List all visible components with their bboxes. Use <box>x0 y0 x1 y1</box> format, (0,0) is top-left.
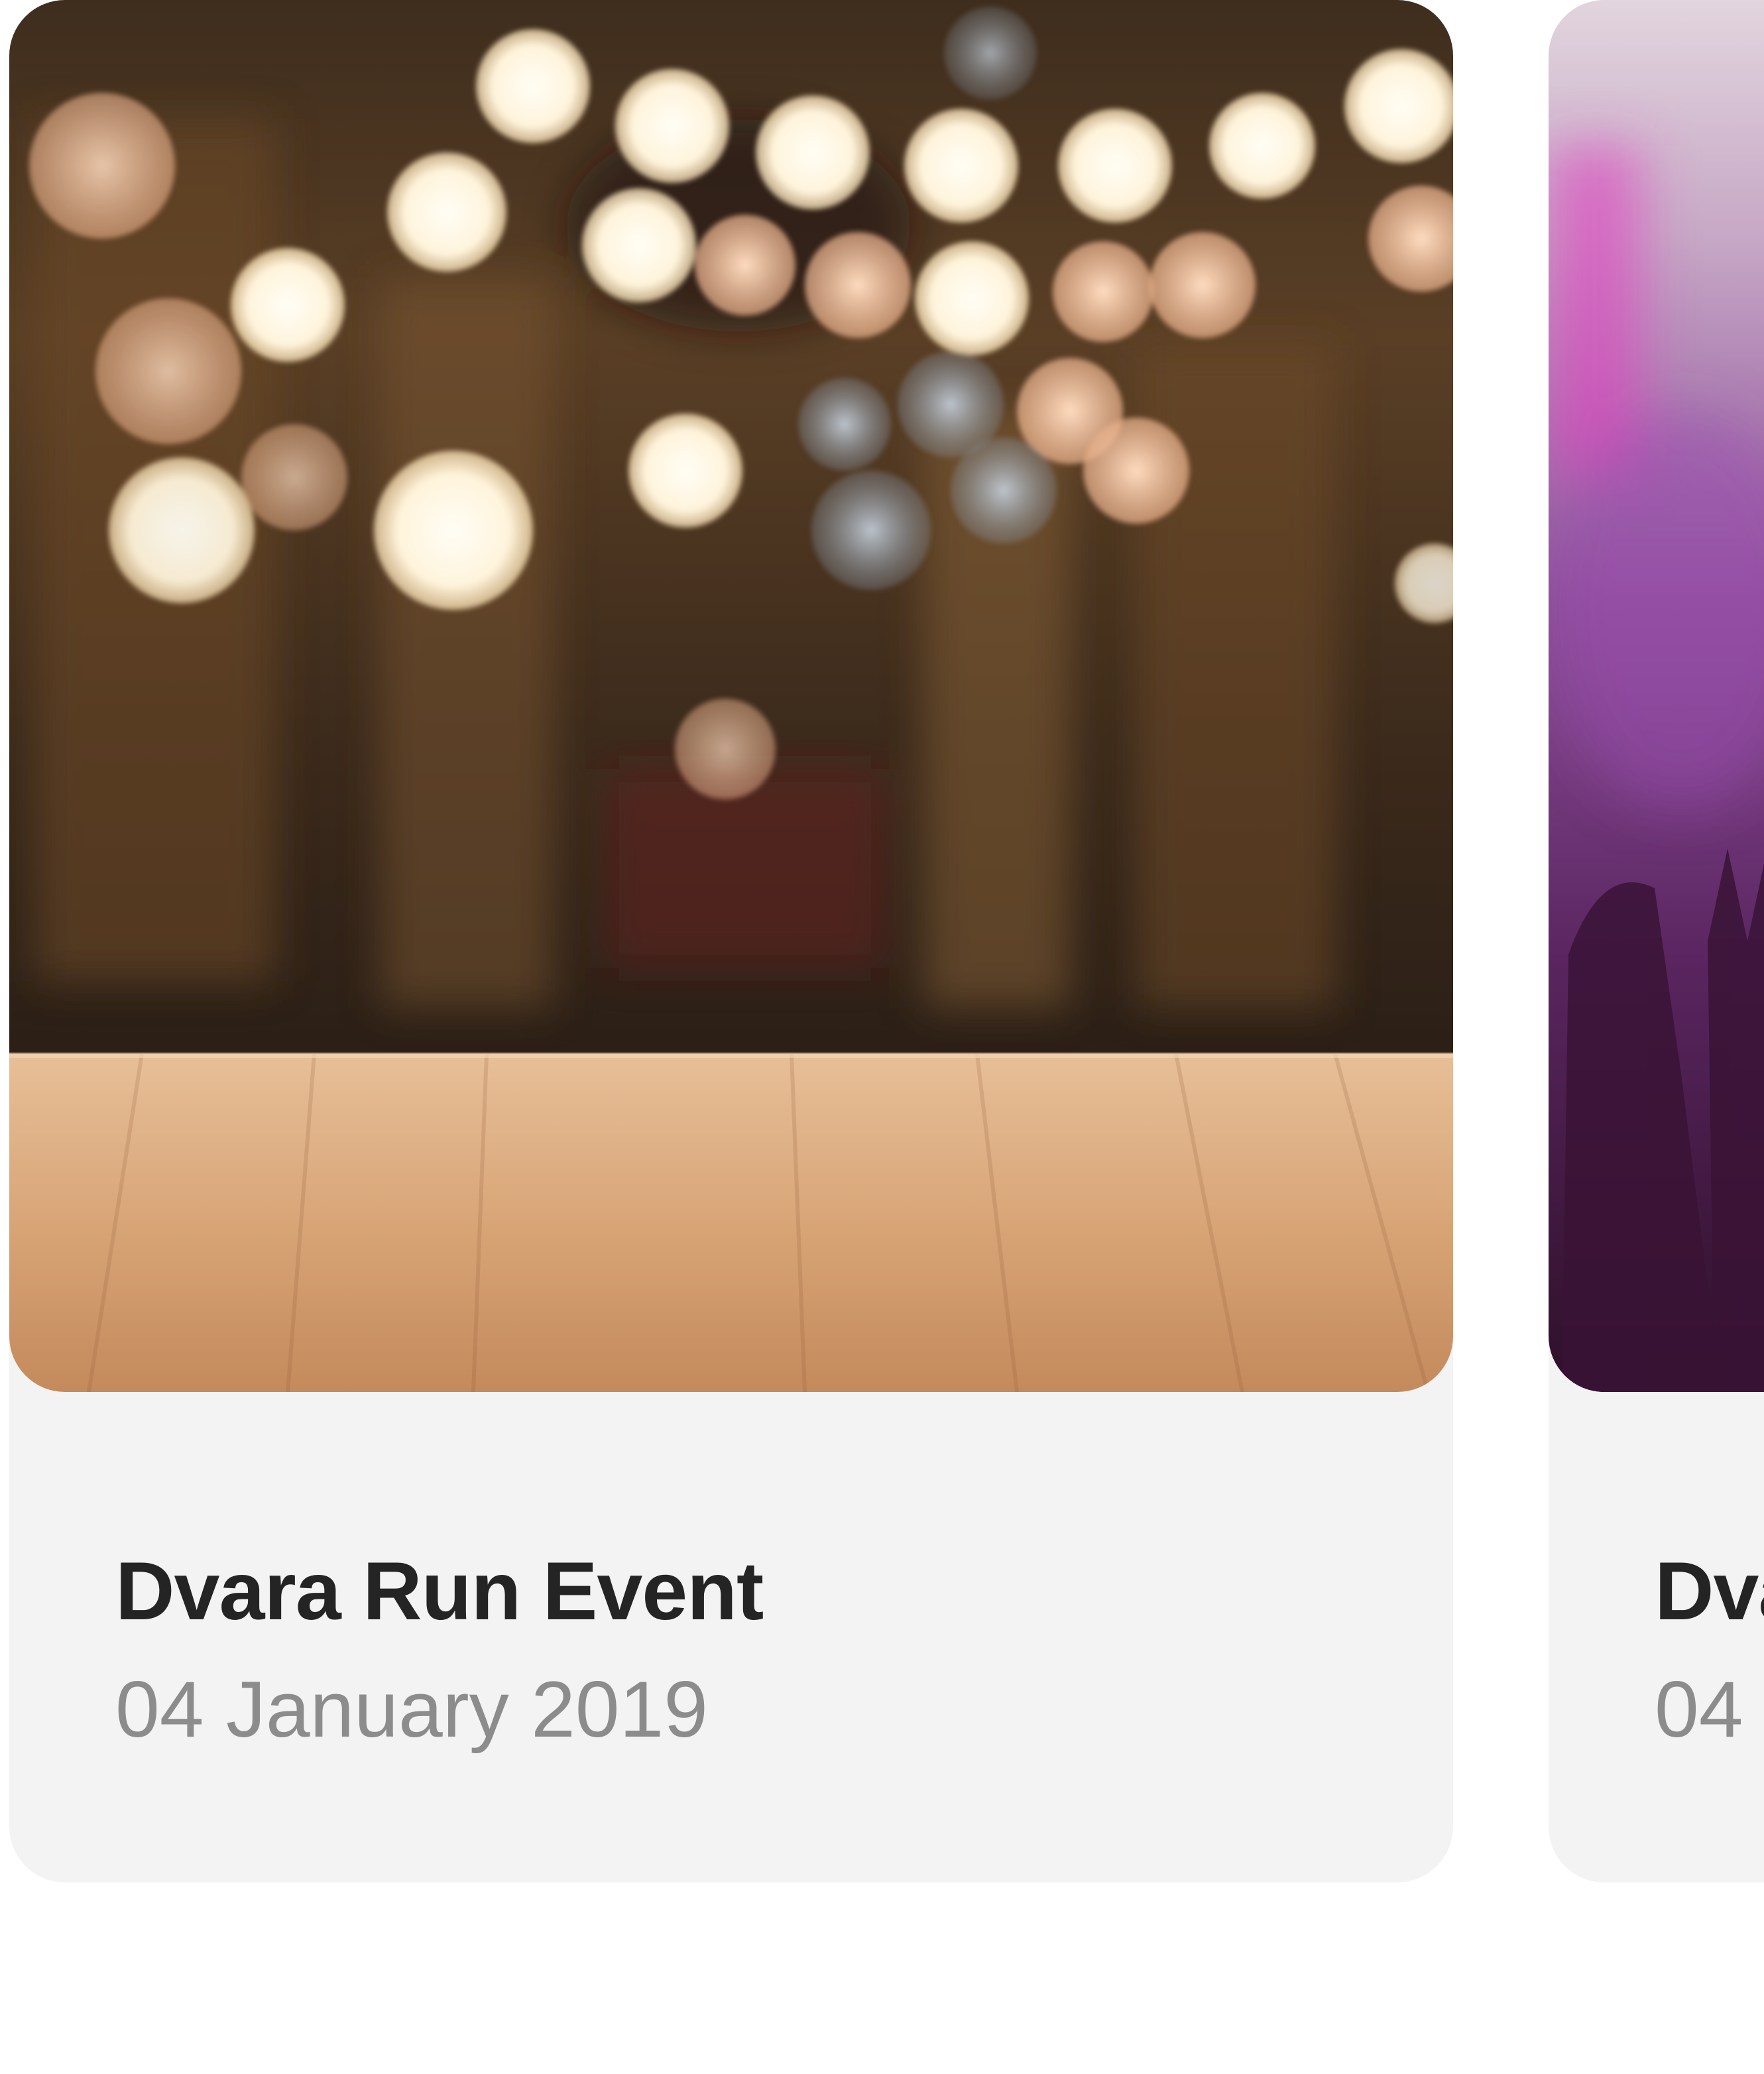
event-date: 04 January 2019 <box>1655 1665 1764 1754</box>
event-card-image <box>1549 0 1764 1392</box>
event-card[interactable]: Dvara Run Event 04 January 2019 <box>9 0 1453 1882</box>
event-card-image <box>9 0 1453 1392</box>
event-date: 04 January 2019 <box>115 1665 709 1754</box>
event-title: Dvara Run Event <box>1655 1546 1764 1637</box>
event-title: Dvara Run Event <box>115 1546 764 1637</box>
concert-crowd-photo <box>1549 0 1764 1392</box>
event-card[interactable]: Dvara Run Event 04 January 2019 <box>1549 0 1764 1882</box>
event-carousel: Dvara Run Event 04 January 2019 Dv 04 <box>0 0 1764 2074</box>
bokeh-lights-photo <box>9 0 1453 1392</box>
